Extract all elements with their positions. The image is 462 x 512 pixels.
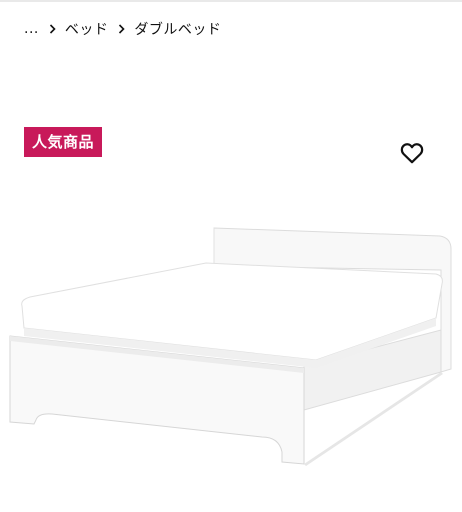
heart-outline-icon <box>400 143 424 164</box>
breadcrumb-beds[interactable]: ベッド <box>65 19 109 39</box>
top-divider <box>0 0 462 2</box>
breadcrumb-ellipsis[interactable]: ... <box>24 21 39 37</box>
chevron-right-icon <box>49 24 56 34</box>
favorite-button[interactable] <box>396 137 428 169</box>
breadcrumb: ... ベッド ダブルベッド <box>24 18 221 40</box>
chevron-right-icon <box>118 24 125 34</box>
breadcrumb-double-beds[interactable]: ダブルベッド <box>134 19 221 39</box>
popular-product-badge: 人気商品 <box>24 127 103 157</box>
product-image[interactable] <box>0 195 462 470</box>
